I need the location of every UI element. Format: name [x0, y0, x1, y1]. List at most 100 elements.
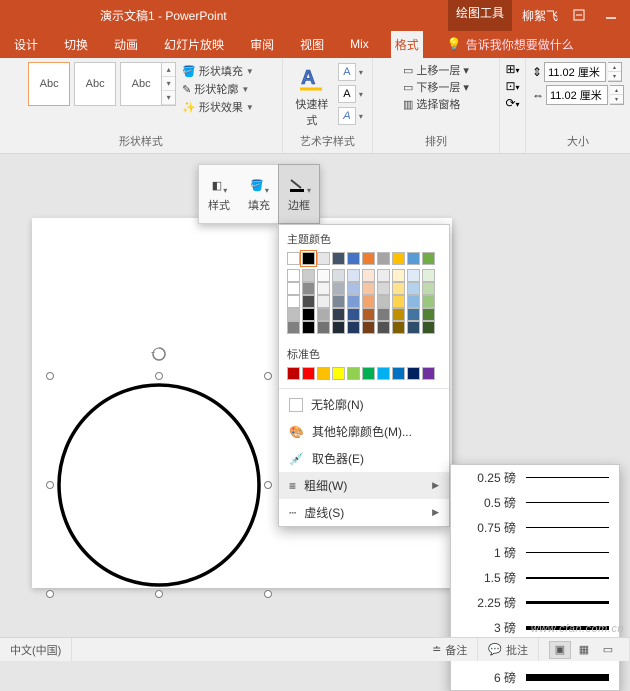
tell-me[interactable]: 💡 告诉我你想要做什么	[447, 36, 574, 53]
resize-handle[interactable]	[46, 372, 54, 380]
color-swatch[interactable]	[392, 269, 405, 282]
minimize-button[interactable]	[600, 4, 622, 26]
color-swatch[interactable]	[347, 252, 360, 265]
bring-forward-button[interactable]: ▭上移一层▾	[403, 62, 469, 78]
resize-handle[interactable]	[46, 481, 54, 489]
color-swatch[interactable]	[362, 252, 375, 265]
color-swatch[interactable]	[377, 367, 390, 380]
shape-outline-button[interactable]: ✎形状轮廓▼	[182, 80, 254, 98]
dashes-item[interactable]: ┄ 虚线(S) ▶	[279, 499, 449, 526]
tab-review[interactable]: 审阅	[246, 31, 278, 58]
color-swatch[interactable]	[422, 321, 435, 334]
mini-fill-button[interactable]: 🪣▾ 填充	[239, 165, 279, 223]
more-colors-item[interactable]: 🎨 其他轮廓颜色(M)...	[279, 418, 449, 445]
group-objects-button[interactable]: ⊡▾	[505, 79, 519, 93]
shape-style-preset[interactable]: Abc	[120, 62, 162, 106]
shape-effects-button[interactable]: ✨形状效果▼	[182, 98, 254, 116]
color-swatch[interactable]	[317, 367, 330, 380]
shape-style-preset[interactable]: Abc	[28, 62, 70, 106]
color-swatch[interactable]	[392, 367, 405, 380]
color-swatch[interactable]	[332, 295, 345, 308]
weight-item[interactable]: ≡ 粗细(W) ▶	[279, 472, 449, 499]
send-backward-button[interactable]: ▭下移一层▾	[403, 79, 469, 95]
color-swatch[interactable]	[377, 321, 390, 334]
comments-button[interactable]: 💬批注	[478, 638, 539, 661]
color-swatch[interactable]	[317, 282, 330, 295]
color-swatch[interactable]	[332, 308, 345, 321]
reading-view-button[interactable]: ▭	[597, 641, 619, 659]
weight-option[interactable]: 1 磅	[451, 540, 619, 565]
text-effects-button[interactable]: A▾	[338, 106, 363, 126]
color-swatch[interactable]	[317, 269, 330, 282]
color-swatch[interactable]	[317, 252, 330, 265]
color-swatch[interactable]	[302, 367, 315, 380]
color-swatch[interactable]	[377, 295, 390, 308]
tab-format[interactable]: 格式	[391, 31, 423, 58]
color-swatch[interactable]	[392, 295, 405, 308]
weight-option[interactable]: 6 磅	[451, 665, 619, 690]
resize-handle[interactable]	[264, 372, 272, 380]
tab-animations[interactable]: 动画	[110, 31, 142, 58]
text-outline-button[interactable]: A▾	[338, 84, 363, 104]
shape-fill-button[interactable]: 🪣形状填充▼	[182, 62, 254, 80]
color-swatch[interactable]	[332, 269, 345, 282]
color-swatch[interactable]	[407, 367, 420, 380]
selection-pane-button[interactable]: ▥选择窗格	[403, 96, 469, 112]
color-swatch[interactable]	[347, 295, 360, 308]
resize-handle[interactable]	[155, 372, 163, 380]
color-swatch[interactable]	[422, 295, 435, 308]
color-swatch[interactable]	[332, 252, 345, 265]
color-swatch[interactable]	[287, 321, 300, 334]
color-swatch[interactable]	[347, 282, 360, 295]
color-swatch[interactable]	[407, 321, 420, 334]
color-swatch[interactable]	[392, 308, 405, 321]
weight-option[interactable]: 0.75 磅	[451, 515, 619, 540]
color-swatch[interactable]	[287, 367, 300, 380]
tab-mix[interactable]: Mix	[346, 32, 373, 56]
color-swatch[interactable]	[287, 295, 300, 308]
color-swatch[interactable]	[347, 321, 360, 334]
ribbon-options-button[interactable]	[568, 4, 590, 26]
color-swatch[interactable]	[392, 282, 405, 295]
color-swatch[interactable]	[422, 308, 435, 321]
text-fill-button[interactable]: A▾	[338, 62, 363, 82]
resize-handle[interactable]	[264, 481, 272, 489]
color-swatch[interactable]	[302, 321, 315, 334]
color-swatch[interactable]	[407, 269, 420, 282]
color-swatch[interactable]	[362, 269, 375, 282]
color-swatch[interactable]	[407, 295, 420, 308]
selected-shape[interactable]	[50, 376, 268, 594]
color-swatch[interactable]	[422, 282, 435, 295]
tab-slideshow[interactable]: 幻灯片放映	[160, 31, 228, 58]
align-button[interactable]: ⊞▾	[505, 62, 519, 76]
color-swatch[interactable]	[302, 282, 315, 295]
width-spinner[interactable]: ▴▾	[610, 85, 624, 105]
color-swatch[interactable]	[287, 269, 300, 282]
color-swatch[interactable]	[302, 295, 315, 308]
color-swatch[interactable]	[407, 308, 420, 321]
color-swatch[interactable]	[362, 295, 375, 308]
color-swatch[interactable]	[362, 367, 375, 380]
quick-styles-button[interactable]: A 快速样式	[292, 62, 332, 128]
color-swatch[interactable]	[362, 321, 375, 334]
color-swatch[interactable]	[302, 269, 315, 282]
color-swatch[interactable]	[347, 269, 360, 282]
color-swatch[interactable]	[392, 321, 405, 334]
color-swatch[interactable]	[392, 252, 405, 265]
width-input[interactable]	[546, 85, 608, 105]
color-swatch[interactable]	[377, 252, 390, 265]
weight-option[interactable]: 1.5 磅	[451, 565, 619, 590]
shape-style-preset[interactable]: Abc	[74, 62, 116, 106]
color-swatch[interactable]	[377, 282, 390, 295]
language-status[interactable]: 中文(中国)	[0, 638, 72, 661]
height-input[interactable]	[544, 62, 606, 82]
resize-handle[interactable]	[155, 590, 163, 598]
no-outline-item[interactable]: 无轮廓(N)	[279, 391, 449, 418]
color-swatch[interactable]	[347, 367, 360, 380]
color-swatch[interactable]	[362, 308, 375, 321]
height-spinner[interactable]: ▴▾	[608, 62, 622, 82]
color-swatch[interactable]	[287, 252, 300, 265]
eyedropper-item[interactable]: 💉 取色器(E)	[279, 445, 449, 472]
color-swatch[interactable]	[287, 282, 300, 295]
rotate-button[interactable]: ⟳▾	[505, 96, 519, 110]
